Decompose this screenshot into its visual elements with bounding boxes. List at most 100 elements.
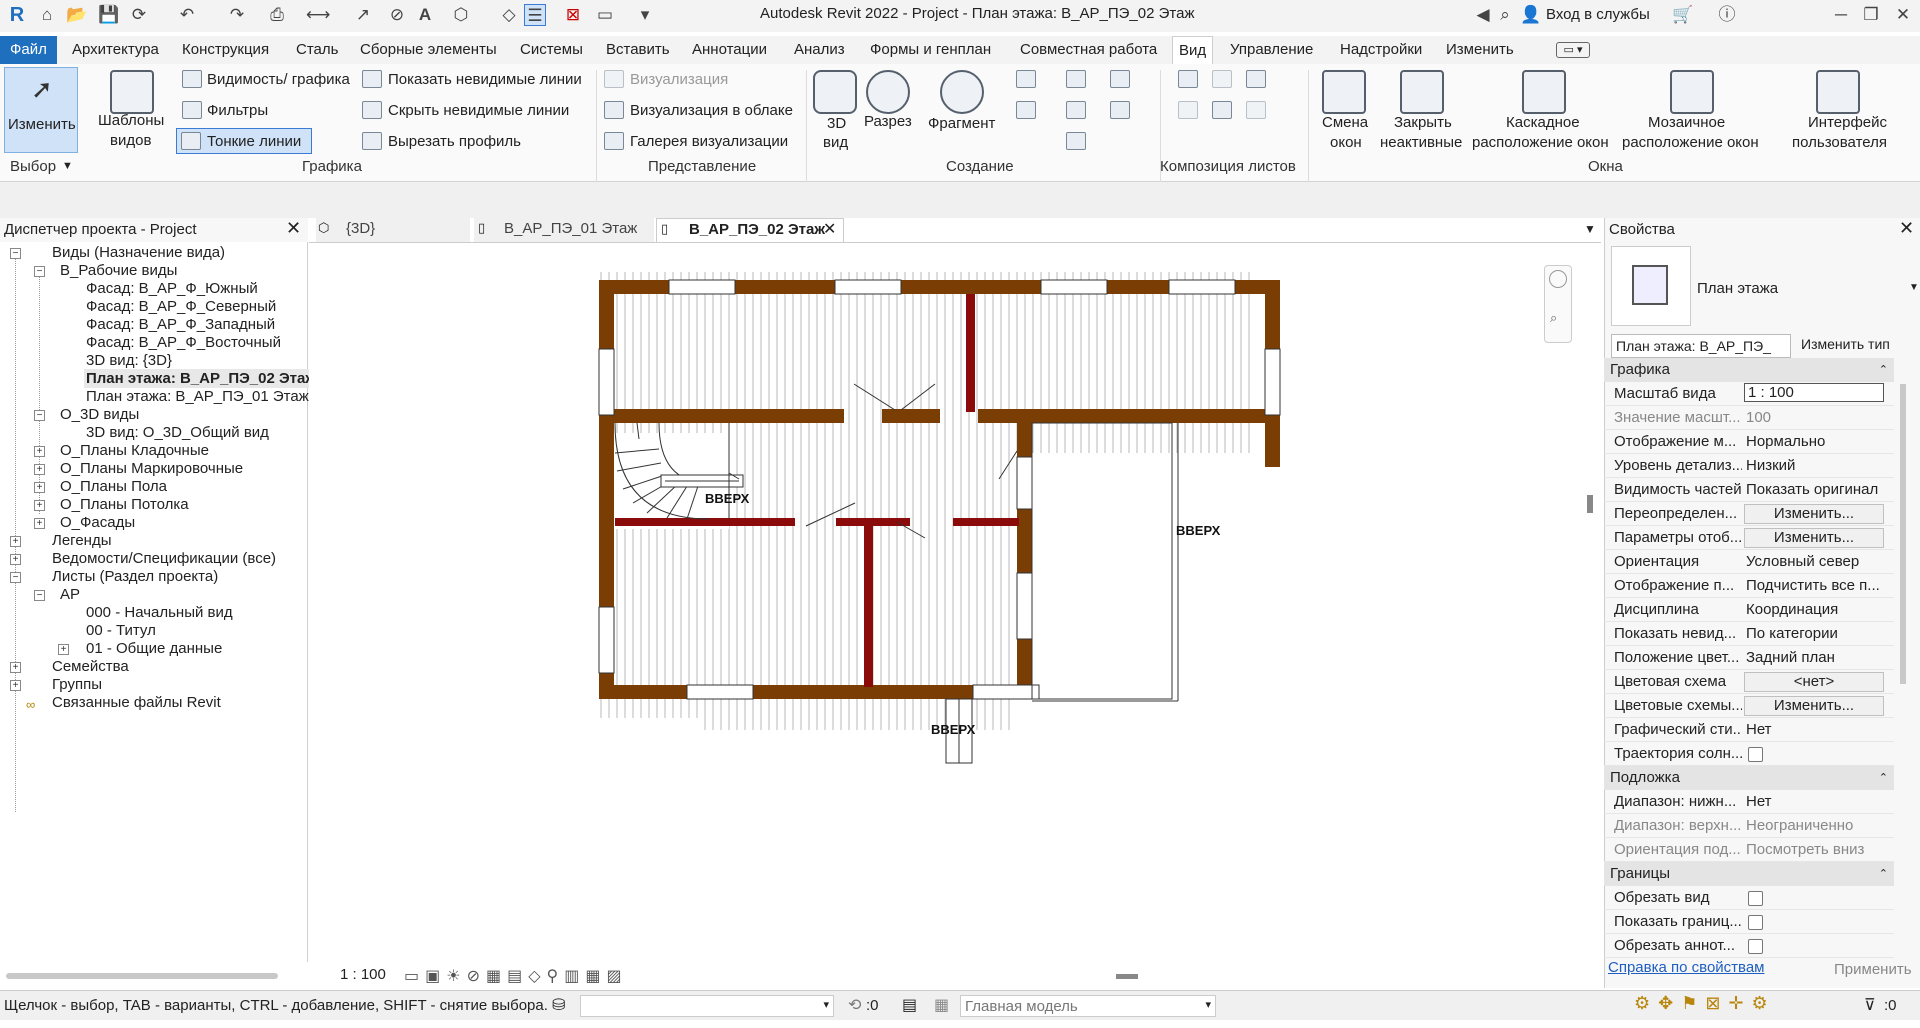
open-icon[interactable]: 📂 [66, 4, 88, 26]
switch-windows-icon[interactable]: ▭ [594, 4, 616, 26]
view-scale[interactable]: 1 : 100 [340, 966, 386, 983]
tree-item[interactable]: Листы (Раздел проекта) [52, 568, 218, 585]
tab-systems[interactable]: Системы [514, 36, 589, 64]
close-inactive-icon[interactable]: ⊠ [562, 4, 584, 26]
tab-structure[interactable]: Конструкция [176, 36, 275, 64]
view-templates-label-2[interactable]: видов [110, 132, 151, 149]
measure-icon[interactable]: ⟷ [306, 4, 330, 26]
user-interface-label-1[interactable]: Интерфейс [1808, 114, 1887, 131]
remove-hidden-lines-button[interactable]: Скрыть невидимые линии [388, 102, 569, 119]
tab-massing[interactable]: Формы и генплан [864, 36, 997, 64]
3d-view-label-1[interactable]: 3D [827, 115, 846, 132]
ribbon-toggle-icon[interactable]: ▭ ▾ [1556, 42, 1590, 58]
filters-button[interactable]: Фильтры [207, 102, 268, 119]
prop-row[interactable]: Дисциплина Координация [1604, 598, 1894, 622]
properties-scrollbar[interactable] [1900, 384, 1906, 684]
design-option-icon[interactable]: ▦ [934, 995, 949, 1015]
tree-item[interactable]: 3D вид: О_3D_Общий вид [86, 424, 269, 441]
switch-windows-label-1[interactable]: Смена [1322, 114, 1368, 131]
crop-view-checkbox[interactable] [1748, 891, 1763, 906]
tree-item[interactable]: Фасад: В_АР_Ф_Северный [86, 298, 276, 315]
matchline-icon[interactable] [1212, 101, 1232, 119]
sync-icon[interactable]: ⟳ [128, 4, 150, 26]
prop-row[interactable]: Ориентация Условный север [1604, 550, 1894, 574]
floor-plan[interactable]: ВВЕРХ ВВЕРХ ВВЕРХ [309, 243, 1601, 963]
sign-in-button[interactable]: Вход в службы [1546, 6, 1650, 23]
tree-item[interactable]: Легенды [52, 532, 112, 549]
instance-selector[interactable]: План этажа: В_АР_ПЭ_ [1611, 334, 1791, 358]
text-icon[interactable]: A [414, 4, 436, 26]
callout-icon[interactable] [940, 70, 984, 114]
maximize-icon[interactable]: ❐ [1860, 4, 1882, 26]
tab-precast[interactable]: Сборные элементы [354, 36, 503, 64]
tree-item[interactable]: О_Планы Кладочные [60, 442, 209, 459]
edit-button[interactable]: Изменить... [1744, 696, 1884, 716]
horizontal-scroll-thumb[interactable] [1116, 974, 1138, 979]
expand-icon[interactable]: + [10, 536, 21, 547]
user-icon[interactable]: 👤 [1520, 4, 1542, 26]
section-tool-icon[interactable] [866, 70, 910, 114]
expand-icon[interactable]: + [10, 680, 21, 691]
cut-profile-icon[interactable] [362, 132, 382, 150]
callout-button[interactable]: Фрагмент [928, 115, 995, 132]
minimize-icon[interactable]: ─ [1830, 4, 1852, 26]
tab-insert[interactable]: Вставить [600, 36, 676, 64]
prop-row[interactable]: Масштаб вида 1 : 100 [1604, 382, 1894, 406]
visibility-graphics-button[interactable]: Видимость/ графика [207, 71, 350, 88]
prop-row[interactable]: Обрезать вид [1604, 886, 1894, 910]
revisions-icon[interactable] [1246, 70, 1266, 88]
tree-item[interactable]: Связанные файлы Revit [52, 694, 221, 711]
legends-icon[interactable] [1066, 132, 1086, 150]
apply-button[interactable]: Применить [1834, 961, 1912, 978]
section-underlay[interactable]: Подложка ⌃ [1604, 766, 1894, 790]
cascade-icon[interactable] [1522, 70, 1566, 114]
design-options-icon[interactable]: ▤ [902, 995, 917, 1015]
tree-item[interactable]: О_Планы Пола [60, 478, 167, 495]
tab-architecture[interactable]: Архитектура [66, 36, 165, 64]
tab-addins[interactable]: Надстройки [1334, 36, 1428, 64]
default-3d-icon[interactable]: ⬡ [450, 4, 472, 26]
collapse-icon[interactable]: ⌃ [1879, 862, 1888, 886]
sheet-icon[interactable] [1178, 70, 1198, 88]
render-gallery-icon[interactable] [604, 132, 624, 150]
close-window-icon[interactable]: ✕ [1892, 4, 1914, 26]
prop-row[interactable]: Параметры отоб... Изменить... [1604, 526, 1894, 550]
close-icon[interactable]: ✕ [1899, 218, 1914, 239]
cascade-label-1[interactable]: Каскадное [1506, 114, 1580, 131]
user-interface-label-2[interactable]: пользователя [1792, 134, 1887, 151]
prop-row[interactable]: Уровень детализ... Низкий [1604, 454, 1894, 478]
redo-icon[interactable]: ↷ [226, 4, 248, 26]
help-icon[interactable]: ⓘ [1716, 4, 1738, 26]
expand-icon[interactable]: + [10, 662, 21, 673]
tab-floor-1[interactable]: ▯ В_АР_ПЭ_01 Этаж [474, 218, 654, 242]
tree-item[interactable]: АР [60, 586, 80, 603]
revit-logo-icon[interactable]: R [6, 4, 28, 26]
prop-row[interactable]: Отображение м... Нормально [1604, 430, 1894, 454]
prop-row[interactable]: Положение цвет... Задний план [1604, 646, 1894, 670]
switch-windows-ribbon-icon[interactable] [1322, 70, 1366, 114]
editing-requests-icon[interactable]: ⟲ [848, 995, 861, 1015]
type-dropdown-icon[interactable]: ▼ [1909, 282, 1919, 293]
design-option-dropdown[interactable]: Главная модель ▾ [960, 995, 1216, 1017]
remove-hidden-icon[interactable] [362, 101, 382, 119]
panel-select[interactable]: Выбор [10, 158, 56, 175]
collapse-icon[interactable]: − [10, 248, 21, 259]
prop-row[interactable]: Переопределен... Изменить... [1604, 502, 1894, 526]
prop-row[interactable]: Траектория солн... [1604, 742, 1894, 766]
expand-icon[interactable]: + [34, 500, 45, 511]
show-hidden-icon[interactable] [362, 70, 382, 88]
type-name[interactable]: План этажа [1697, 280, 1778, 297]
cut-profile-button[interactable]: Вырезать профиль [388, 133, 521, 150]
workset-dropdown[interactable]: ▾ [580, 995, 834, 1017]
tree-item[interactable]: 3D вид: {3D} [86, 352, 172, 369]
cart-icon[interactable]: 🛒 [1672, 4, 1694, 26]
3d-view-icon[interactable] [813, 70, 857, 114]
view-control-icons[interactable]: ▭▣☀⊘▦▤◇⚲▥▦▨ [404, 966, 628, 986]
tab-collaborate[interactable]: Совместная работа [1014, 36, 1163, 64]
tree-item[interactable]: О_Планы Маркировочные [60, 460, 243, 477]
tree-item-active[interactable]: План этажа: В_АР_ПЭ_02 Этаж [84, 369, 318, 388]
tab-floor-2[interactable]: ▯ В_АР_ПЭ_02 Этаж ✕ [656, 218, 844, 242]
show-hidden-lines-button[interactable]: Показать невидимые линии [388, 71, 582, 88]
close-inactive-label-1[interactable]: Закрыть [1394, 114, 1452, 131]
tab-steel[interactable]: Сталь [290, 36, 344, 64]
